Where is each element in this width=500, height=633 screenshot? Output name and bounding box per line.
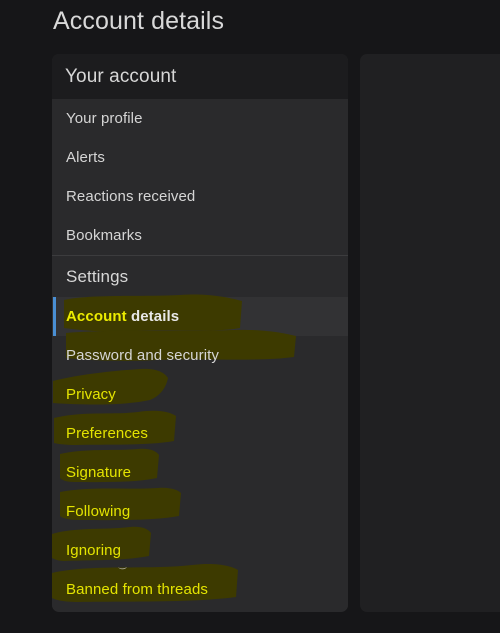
sidebar-item-label: Following (66, 503, 131, 520)
sidebar-item-label: Banned from threads (66, 581, 208, 598)
sidebar-item-label: Ignoring (66, 542, 122, 559)
active-indicator-bar (53, 297, 56, 336)
sidebar-item-label: Alerts (66, 149, 105, 166)
nav-card-header-label: Your account (65, 65, 177, 87)
page-title: Account details (53, 7, 225, 35)
settings-content-panel (360, 54, 500, 612)
sidebar-item-preferences[interactable]: Preferences (52, 410, 348, 453)
account-navigation-card: Your account Your profile Alerts Reactio… (52, 54, 348, 612)
sidebar-item-label: Bookmarks (66, 227, 142, 244)
sidebar-item-signature[interactable]: Signature (52, 448, 348, 492)
sidebar-item-bookmarks[interactable]: Bookmarks (52, 216, 348, 255)
sidebar-item-label: Password and security (66, 347, 220, 364)
sidebar-item-ignoring[interactable]: Ignoring (52, 526, 348, 570)
sidebar-item-label-unmarked: details (126, 308, 180, 325)
sidebar-item-reactions-received[interactable]: Reactions received (52, 177, 348, 216)
sidebar-item-label: Signature (66, 464, 132, 481)
sidebar-item-label: Reactions received (66, 188, 196, 205)
sidebar-item-privacy[interactable]: Privacy (52, 368, 348, 414)
sidebar-section-settings: Settings (52, 255, 348, 297)
sidebar-item-label: Preferences (66, 425, 148, 442)
account-nav-list: Your profile Alerts Reactions received B… (52, 99, 348, 609)
nav-card-header: Your account (52, 54, 348, 99)
sidebar-item-alerts[interactable]: Alerts (52, 138, 348, 177)
sidebar-item-your-profile[interactable]: Your profile (52, 99, 348, 138)
sidebar-item-password-and-security[interactable]: Password and security (52, 329, 348, 375)
sidebar-item-following[interactable]: Following (52, 487, 348, 531)
sidebar-item-account-details[interactable]: Account details (52, 294, 348, 336)
sidebar-section-label: Settings (66, 266, 129, 286)
sidebar-item-label-marked: Account (66, 308, 127, 325)
sidebar-item-label: Privacy (66, 386, 116, 403)
sidebar-item-banned-from-threads[interactable]: Banned from threads (52, 563, 348, 609)
sidebar-item-label: Your profile (66, 110, 143, 127)
sidebar-item-label: Account details (66, 308, 179, 325)
